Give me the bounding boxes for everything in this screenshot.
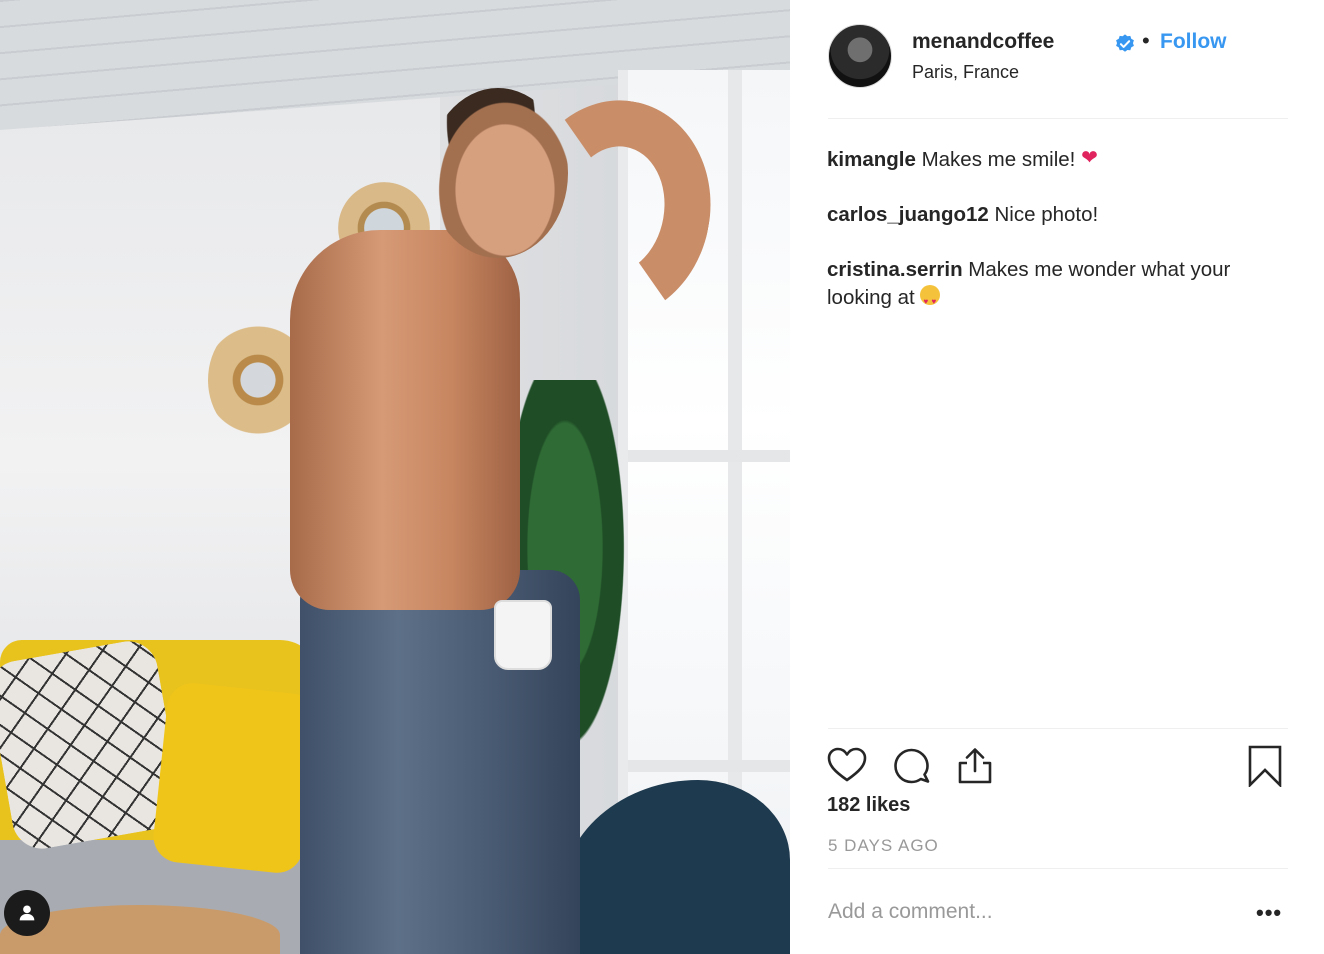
bookmark-icon[interactable] — [1244, 745, 1286, 787]
divider — [828, 118, 1288, 119]
likes-count[interactable]: 182 likes — [827, 794, 910, 817]
verified-badge-icon — [1116, 34, 1134, 52]
post-photo[interactable] — [0, 0, 790, 954]
comment-icon[interactable] — [890, 745, 932, 787]
photo-person-torso — [290, 230, 520, 610]
post-header: menandcoffee • Follow Paris, France — [828, 24, 1288, 90]
comment-item: kimangle Makes me smile! ❤ — [827, 144, 1287, 174]
comment-author[interactable]: cristina.serrin — [827, 258, 963, 281]
red-heart-emoji-icon: ❤ — [1081, 147, 1098, 169]
action-bar — [826, 745, 1290, 787]
separator-dot: • — [1142, 28, 1150, 53]
photo-mug — [494, 600, 552, 670]
comment-text: Makes me smile! — [921, 148, 1076, 171]
share-icon[interactable] — [954, 745, 996, 787]
heart-eyes-emoji-icon — [920, 285, 941, 316]
comment-item: cristina.serrin Makes me wonder what you… — [827, 256, 1287, 316]
divider — [828, 868, 1288, 869]
post-sidebar: menandcoffee • Follow Paris, France kima… — [790, 0, 1324, 954]
divider — [828, 728, 1288, 729]
post-timestamp: 5 DAYS AGO — [828, 836, 939, 855]
photo-person-head — [428, 88, 568, 258]
more-options-icon[interactable]: ••• — [1256, 900, 1282, 926]
user-icon — [19, 905, 35, 921]
tagged-users-button[interactable] — [4, 890, 50, 936]
location-link[interactable]: Paris, France — [912, 62, 1019, 83]
comment-author[interactable]: carlos_juango12 — [827, 203, 989, 226]
heart-icon[interactable] — [826, 745, 868, 787]
add-comment-input[interactable] — [828, 895, 1238, 929]
avatar[interactable] — [828, 24, 892, 88]
photo-pillow — [151, 680, 319, 876]
comment-author[interactable]: kimangle — [827, 148, 916, 171]
photo-chair — [560, 780, 790, 954]
comment-item: carlos_juango12 Nice photo! — [827, 201, 1287, 229]
username-link[interactable]: menandcoffee — [912, 30, 1054, 54]
comment-list: kimangle Makes me smile! ❤ carlos_juango… — [827, 144, 1287, 339]
comment-text: Nice photo! — [994, 203, 1099, 226]
follow-button[interactable]: Follow — [1160, 30, 1227, 54]
